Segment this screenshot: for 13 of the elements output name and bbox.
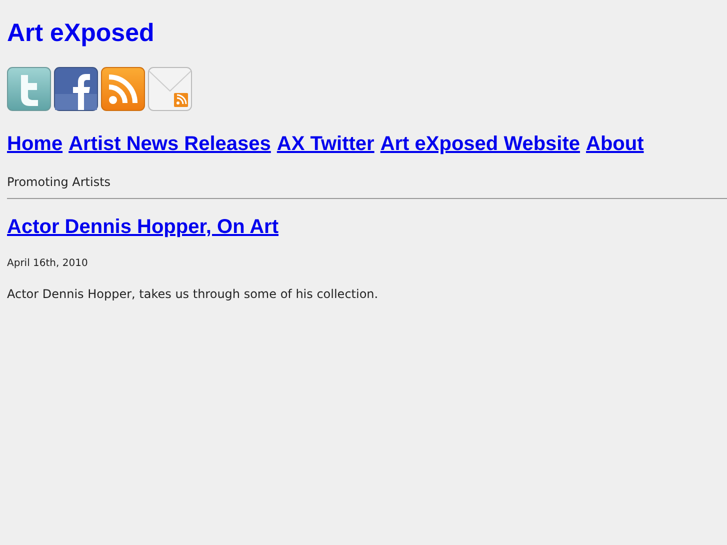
post-excerpt: Actor Dennis Hopper, takes us through some of his collection. — [7, 286, 380, 302]
nav-link[interactable]: Artist News Releases — [68, 131, 271, 157]
post-title-link[interactable]: Actor Dennis Hopper, On Art — [7, 214, 279, 240]
post-date: April 16th, 2010 — [7, 257, 89, 271]
nav-link[interactable]: Home — [7, 131, 63, 157]
facebook-f-icon[interactable] — [54, 67, 98, 111]
nav-link[interactable]: Art eXposed Website — [380, 131, 580, 157]
nav-link[interactable]: AX Twitter — [276, 131, 374, 157]
site-title[interactable]: Art eXposed — [7, 17, 154, 49]
rss-feed-icon[interactable] — [101, 67, 145, 111]
tagline: Promoting Artists — [7, 174, 112, 190]
envelope-rss-icon[interactable] — [148, 67, 192, 111]
nav-link[interactable]: About — [586, 131, 644, 157]
